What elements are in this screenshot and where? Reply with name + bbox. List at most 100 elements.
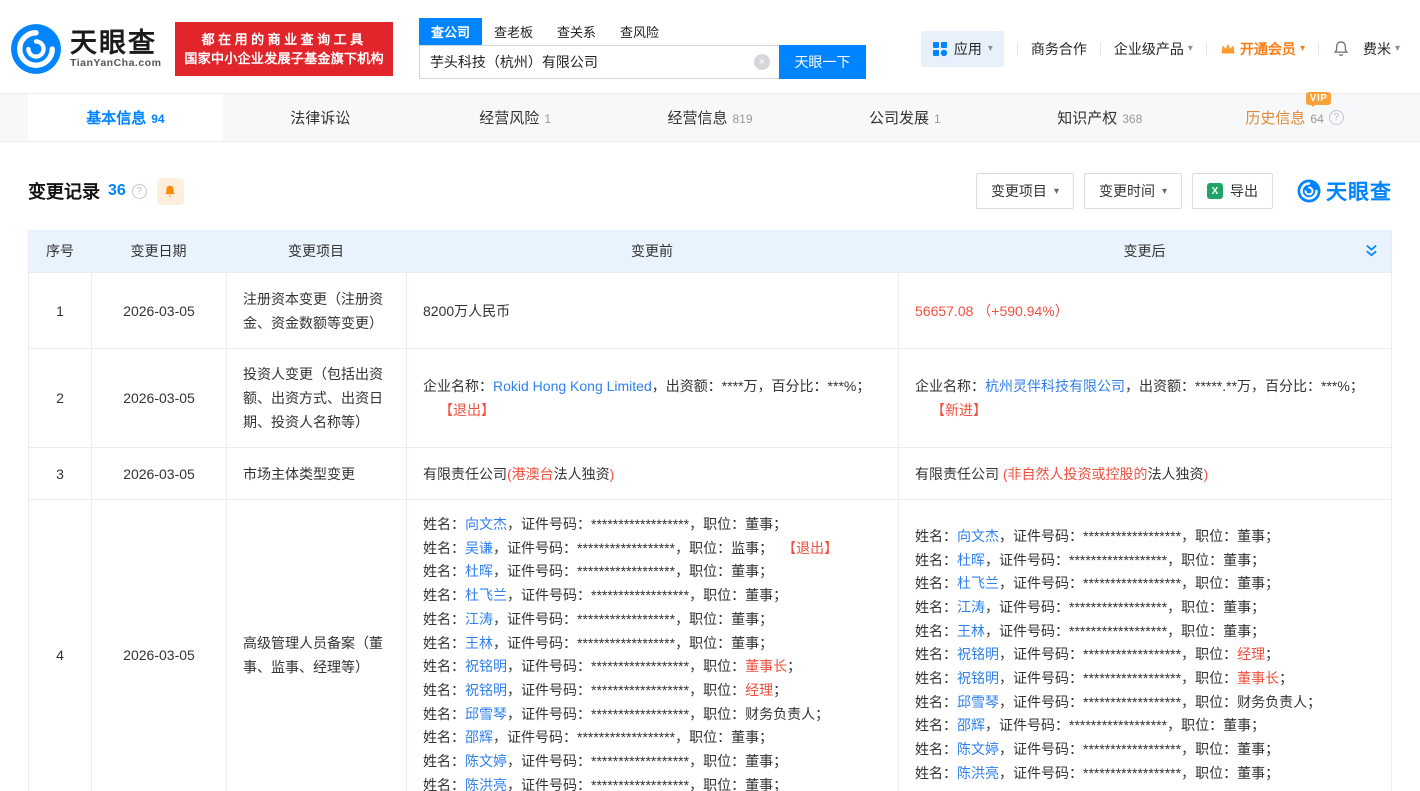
entity-link[interactable]: 邱雪琴	[465, 706, 507, 722]
help-icon[interactable]: ?	[132, 184, 147, 199]
text-segment: 【退出】	[439, 402, 495, 418]
cell-text: 8200万人民币	[423, 299, 882, 323]
text-segment: 董事	[1237, 765, 1265, 781]
text-segment: ；	[1307, 694, 1321, 710]
entity-link[interactable]: 杜飞兰	[465, 587, 507, 603]
entity-link[interactable]: 陈洪亮	[465, 777, 507, 791]
entity-link[interactable]: Rokid Hong Kong Limited	[493, 378, 652, 394]
text-segment: ；	[773, 682, 787, 698]
text-segment: 经理	[745, 682, 773, 698]
text-segment: 姓名：	[915, 765, 957, 781]
tab-label: 基本信息	[86, 107, 146, 128]
entity-link[interactable]: 向文杰	[465, 516, 507, 532]
tianyancha-logo[interactable]: 天眼查 TianYanCha.com	[10, 23, 161, 75]
person-list: 姓名：向文杰，证件号码：******************，职位：董事；姓名：…	[423, 513, 882, 791]
divider	[1318, 42, 1319, 56]
slogan-line2: 国家中小企业发展子基金旗下机构	[184, 49, 384, 68]
entity-link[interactable]: 吴谦	[465, 540, 493, 556]
subscribe-bell-button[interactable]	[157, 178, 184, 205]
entity-link[interactable]: 祝铭明	[465, 658, 507, 674]
entity-link[interactable]: 杜晖	[465, 563, 493, 579]
text-segment: ，证件号码：******************，职位：	[507, 516, 745, 532]
change-record-table: 序号 变更日期 变更项目 变更前 变更后 12026-03-05注册资本变更（注…	[28, 230, 1392, 791]
entity-link[interactable]: 王林	[957, 623, 985, 639]
entity-link[interactable]: 邵辉	[465, 729, 493, 745]
person-line: 姓名：杜飞兰，证件号码：******************，职位：董事；	[915, 572, 1375, 596]
text-segment: ，证件号码：******************，职位：	[493, 635, 731, 651]
change-date: 2026-03-05	[91, 349, 226, 447]
collapse-all-icon[interactable]	[1364, 243, 1379, 259]
tab-company-development[interactable]: 公司发展 1	[807, 94, 1002, 141]
entity-link[interactable]: 邱雪琴	[957, 694, 999, 710]
text-segment: 姓名：	[915, 528, 957, 544]
tab-legal-litigation[interactable]: 法律诉讼	[223, 94, 418, 141]
text-segment: ；	[759, 635, 773, 651]
person-line: 姓名：杜晖，证件号码：******************，职位：董事；	[915, 549, 1375, 573]
text-segment: 董事	[745, 587, 773, 603]
help-icon[interactable]: ?	[1329, 110, 1344, 125]
person-line: 姓名：陈文婷，证件号码：******************，职位：董事；	[915, 738, 1375, 762]
crown-icon	[1220, 42, 1236, 56]
entity-link[interactable]: 江涛	[957, 599, 985, 615]
entity-link[interactable]: 祝铭明	[957, 646, 999, 662]
filter-change-time-button[interactable]: 变更时间 ▾	[1084, 173, 1182, 209]
tab-basic-info[interactable]: 基本信息 94	[28, 94, 223, 141]
user-menu[interactable]: 费米 ▾	[1363, 39, 1400, 59]
search-tab-risk[interactable]: 查风险	[608, 18, 671, 45]
tab-count: 94	[151, 112, 164, 126]
logo-eye-icon	[10, 23, 62, 75]
search-tab-boss[interactable]: 查老板	[482, 18, 545, 45]
tab-label: 知识产权	[1057, 107, 1117, 128]
tab-history-info[interactable]: 历史信息 VIP 64 ?	[1197, 94, 1392, 141]
text-segment: 姓名：	[915, 694, 957, 710]
text-segment: 姓名：	[423, 516, 465, 532]
tab-label: 法律诉讼	[290, 107, 350, 128]
person-line: 姓名：江涛，证件号码：******************，职位：董事；	[915, 596, 1375, 620]
apps-menu-button[interactable]: 应用 ▾	[921, 31, 1004, 67]
search-tab-company[interactable]: 查公司	[419, 18, 482, 45]
open-vip-button[interactable]: 开通会员 ▾	[1220, 39, 1305, 59]
search-input[interactable]	[419, 45, 779, 79]
tab-intellectual-property[interactable]: 知识产权 368	[1002, 94, 1197, 141]
person-line: 姓名：祝铭明，证件号码：******************，职位：董事长；	[423, 655, 882, 679]
caret-down-icon: ▾	[1188, 43, 1193, 54]
nav-business-cooperation[interactable]: 商务合作	[1031, 39, 1087, 59]
text-segment: 姓名：	[423, 706, 465, 722]
text-segment: ，证件号码：******************，职位：	[493, 729, 731, 745]
entity-link[interactable]: 陈文婷	[465, 753, 507, 769]
text-segment: 董事	[1223, 623, 1251, 639]
search-button[interactable]: 天眼一下	[779, 45, 866, 79]
notification-bell-icon[interactable]	[1332, 40, 1350, 58]
entity-link[interactable]: 杜晖	[957, 552, 985, 568]
export-button[interactable]: X 导出	[1192, 173, 1273, 209]
tab-operation-info[interactable]: 经营信息 819	[613, 94, 808, 141]
entity-link[interactable]: 陈洪亮	[957, 765, 999, 781]
entity-link[interactable]: 祝铭明	[465, 682, 507, 698]
table-row: 12026-03-05注册资本变更（注册资金、资金数额等变更）8200万人民币5…	[29, 272, 1391, 348]
entity-link[interactable]: 邵辉	[957, 717, 985, 733]
entity-link[interactable]: 江涛	[465, 611, 493, 627]
nav-enterprise-products[interactable]: 企业级产品 ▾	[1114, 39, 1193, 59]
after-cell: 56657.08 （+590.94%）	[898, 273, 1391, 348]
text-segment: 姓名：	[423, 611, 465, 627]
search-tab-relation[interactable]: 查关系	[545, 18, 608, 45]
text-segment: 姓名：	[423, 587, 465, 603]
entity-link[interactable]: 王林	[465, 635, 493, 651]
filter-label: 变更项目	[991, 181, 1047, 201]
text-segment: ；	[1251, 599, 1265, 615]
entity-link[interactable]: 陈文婷	[957, 741, 999, 757]
row-index: 1	[29, 273, 91, 348]
tab-label: 经营信息	[667, 107, 727, 128]
tab-operation-risk[interactable]: 经营风险 1	[418, 94, 613, 141]
entity-link[interactable]: 杭州灵伴科技有限公司	[985, 378, 1125, 394]
entity-link[interactable]: 向文杰	[957, 528, 999, 544]
entity-link[interactable]: 杜飞兰	[957, 575, 999, 591]
filter-change-project-button[interactable]: 变更项目 ▾	[976, 173, 1074, 209]
entity-link[interactable]: 祝铭明	[957, 670, 999, 686]
col-header-item: 变更项目	[226, 241, 406, 261]
cell-text: 企业名称：杭州灵伴科技有限公司，出资额：*****.**万，百分比：***%；【…	[915, 374, 1375, 422]
change-item-cell: 高级管理人员备案（董事、监事、经理等）	[226, 500, 406, 791]
text-segment: 财务负责人	[1237, 694, 1307, 710]
change-item-text: 投资人变更（包括出资额、出资方式、出资日期、投资人名称等）	[243, 362, 390, 434]
clear-search-icon[interactable]: ×	[754, 54, 770, 70]
